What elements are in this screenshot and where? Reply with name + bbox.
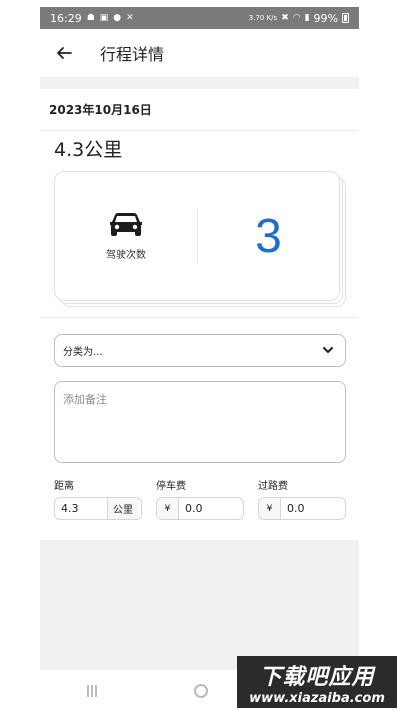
parking-input[interactable] (179, 498, 243, 519)
image-icon: ▣ (99, 12, 109, 23)
drive-info: 驾驶次数 (55, 212, 197, 261)
category-select[interactable]: 分类为... (54, 334, 346, 367)
watermark-line1: 下载吧应用 (259, 664, 375, 690)
mute-icon: ✖ (281, 12, 289, 23)
home-icon[interactable] (194, 683, 209, 698)
parking-box: ¥ (156, 497, 244, 520)
distance-label: 距离 (54, 481, 74, 492)
toll-field: 过路费 ¥ (258, 477, 346, 520)
toll-input[interactable] (281, 498, 345, 519)
toll-currency: ¥ (259, 498, 281, 519)
watermark-logo: 下载吧应用 www.xiazaiba.com (237, 656, 397, 708)
summary-card: 驾驶次数 3 (54, 171, 346, 309)
cost-fields: 距离 公里 停车费 ¥ 过路费 ¥ (54, 477, 359, 520)
category-select-value: 分类为... (63, 347, 103, 358)
drive-count: 3 (255, 209, 282, 263)
parking-label: 停车费 (156, 481, 186, 492)
watermark-line2: www.xiazaiba.com (249, 690, 385, 706)
notification-icon: ☗ (86, 12, 95, 23)
trip-distance: 4.3公里 (54, 139, 123, 161)
app-bar: 行程详情 (40, 29, 359, 77)
drive-count-area: 3 (198, 209, 339, 264)
status-bar: 16:29 ☗ ▣ ● ✕ 3.70 K/s ✖ ◠ ▮ 99% (40, 7, 359, 29)
header-divider (40, 77, 359, 89)
net-speed: 3.70 K/s (248, 13, 278, 22)
empty-area (40, 540, 359, 670)
toll-label: 过路费 (258, 481, 288, 492)
recent-apps-icon[interactable] (86, 684, 101, 697)
wifi-icon: ◠ (292, 12, 301, 23)
app-icon: ● (113, 12, 122, 23)
battery-icon (342, 13, 349, 23)
chevron-down-icon (323, 347, 333, 353)
screen: 16:29 ☗ ▣ ● ✕ 3.70 K/s ✖ ◠ ▮ 99% 行程详情 20… (0, 0, 400, 711)
distance-field: 距离 公里 (54, 477, 142, 520)
signal-icon: ▮ (304, 12, 310, 23)
distance-input[interactable] (55, 498, 107, 519)
parking-field: 停车费 ¥ (156, 477, 244, 520)
arrow-left-icon (57, 47, 72, 59)
back-button[interactable] (40, 29, 88, 77)
parking-currency: ¥ (157, 498, 179, 519)
section-divider (40, 317, 359, 318)
notes-input[interactable] (54, 381, 346, 463)
summary-card-front: 驾驶次数 3 (54, 171, 340, 301)
close-app-icon: ✕ (126, 12, 134, 23)
battery-percent: 99% (313, 11, 338, 25)
trip-content: 2023年10月16日 4.3公里 驾驶次数 3 分类为... 添加备注 距离 … (40, 89, 359, 520)
trip-date: 2023年10月16日 (40, 89, 359, 131)
page-title: 行程详情 (100, 45, 165, 64)
distance-unit: 公里 (107, 498, 138, 519)
toll-box: ¥ (258, 497, 346, 520)
drive-count-label: 驾驶次数 (106, 249, 146, 261)
status-time: 16:29 (50, 11, 82, 25)
car-icon (110, 212, 142, 236)
distance-box: 公里 (54, 497, 142, 520)
